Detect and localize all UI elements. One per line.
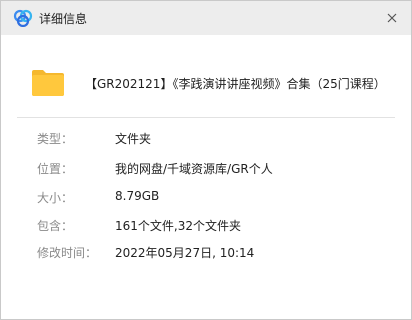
details-dialog: 详细信息 【GR202121】《李践演讲讲座视频》合集（25门课程） 类型： 文…	[0, 0, 412, 320]
window-title: 详细信息	[39, 12, 88, 26]
property-label: 类型：	[37, 132, 74, 146]
property-modified: 修改时间： 2022年05月27日, 10:14	[1, 242, 411, 262]
app-logo-icon	[13, 9, 33, 27]
property-value: 文件夹	[115, 132, 152, 146]
close-button[interactable]	[379, 5, 405, 31]
divider	[17, 117, 395, 118]
property-location: 位置： 我的网盘/千域资源库/GR个人	[1, 158, 411, 178]
property-value: 我的网盘/千域资源库/GR个人	[115, 162, 273, 176]
file-header: 【GR202121】《李践演讲讲座视频》合集（25门课程）	[17, 49, 393, 113]
close-icon	[387, 13, 397, 23]
property-size: 大小： 8.79GB	[1, 187, 411, 207]
folder-icon	[32, 70, 64, 96]
property-label: 大小：	[37, 191, 74, 205]
property-label: 修改时间：	[37, 246, 98, 260]
property-contains: 包含： 161个文件,32个文件夹	[1, 215, 411, 235]
property-value: 8.79GB	[115, 189, 160, 203]
property-value: 2022年05月27日, 10:14	[115, 246, 255, 260]
property-label: 包含：	[37, 219, 74, 233]
property-value: 161个文件,32个文件夹	[115, 219, 241, 233]
file-name: 【GR202121】《李践演讲讲座视频》合集（25门课程）	[85, 77, 386, 91]
property-type: 类型： 文件夹	[1, 128, 411, 148]
title-bar: 详细信息	[1, 1, 411, 35]
property-label: 位置：	[37, 162, 74, 176]
